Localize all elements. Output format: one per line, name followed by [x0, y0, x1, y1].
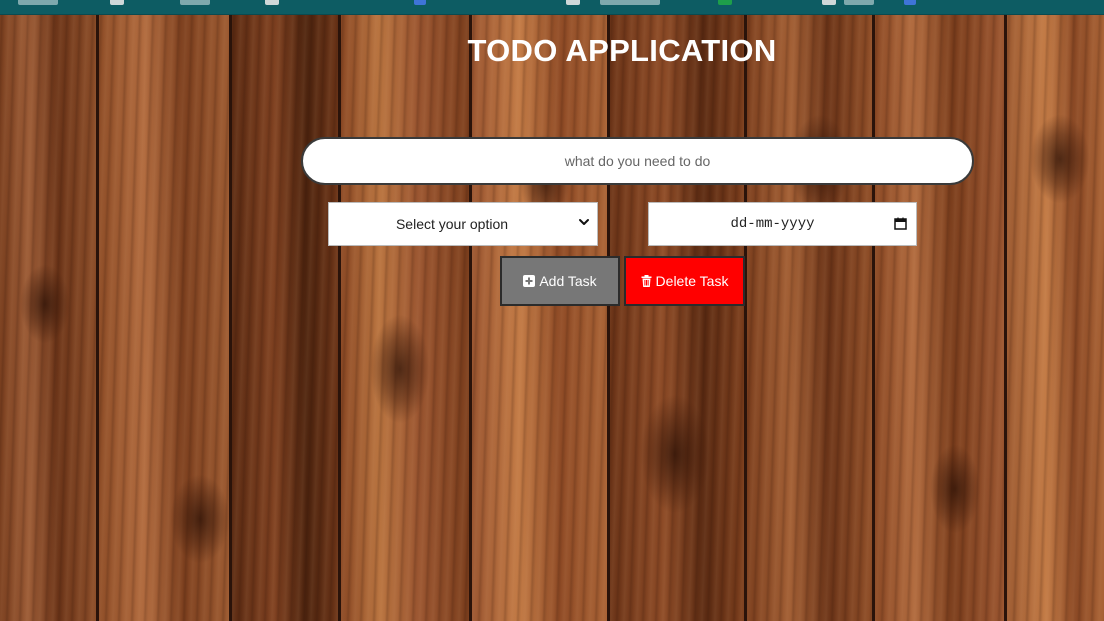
add-task-label: Add Task [539, 273, 597, 289]
date-input[interactable]: dd-mm-yyyy [648, 202, 917, 246]
delete-task-label: Delete Task [655, 273, 729, 289]
wood-knot [930, 444, 980, 534]
wood-plank [747, 14, 875, 621]
wood-plank [232, 14, 341, 621]
browser-bookmarks-bar [0, 0, 1104, 15]
wood-plank [472, 14, 610, 621]
bookmark-item[interactable] [600, 0, 660, 5]
bookmark-item[interactable] [822, 0, 836, 5]
wood-knot [370, 314, 430, 424]
wood-knot [20, 264, 70, 344]
wood-plank [875, 14, 1007, 621]
wood-plank [1007, 14, 1104, 621]
calendar-icon[interactable] [894, 217, 907, 230]
bookmark-item[interactable] [265, 0, 279, 5]
plus-square-icon [523, 275, 536, 287]
bookmark-item[interactable] [18, 0, 58, 5]
chevron-down-icon [579, 219, 589, 225]
add-task-button[interactable]: Add Task [500, 256, 620, 306]
trash-icon [641, 275, 652, 287]
task-input[interactable] [301, 137, 974, 185]
category-select-value: Select your option [395, 216, 509, 232]
wood-plank [610, 14, 747, 621]
wood-knot [640, 394, 710, 514]
wood-background [0, 14, 1104, 621]
bookmark-item[interactable] [904, 0, 916, 5]
bookmark-item[interactable] [844, 0, 874, 5]
wood-knot [170, 474, 230, 564]
bookmark-item[interactable] [718, 0, 732, 5]
page-title: TODO APPLICATION [467, 33, 777, 68]
bookmark-item[interactable] [110, 0, 124, 5]
category-select[interactable]: Select your option [328, 202, 598, 246]
date-input-value: dd-mm-yyyy [730, 216, 815, 232]
bookmark-item[interactable] [566, 0, 580, 5]
bookmark-item[interactable] [180, 0, 210, 5]
wood-knot [1030, 114, 1090, 204]
delete-task-button[interactable]: Delete Task [624, 256, 745, 306]
bookmark-item[interactable] [414, 0, 426, 5]
